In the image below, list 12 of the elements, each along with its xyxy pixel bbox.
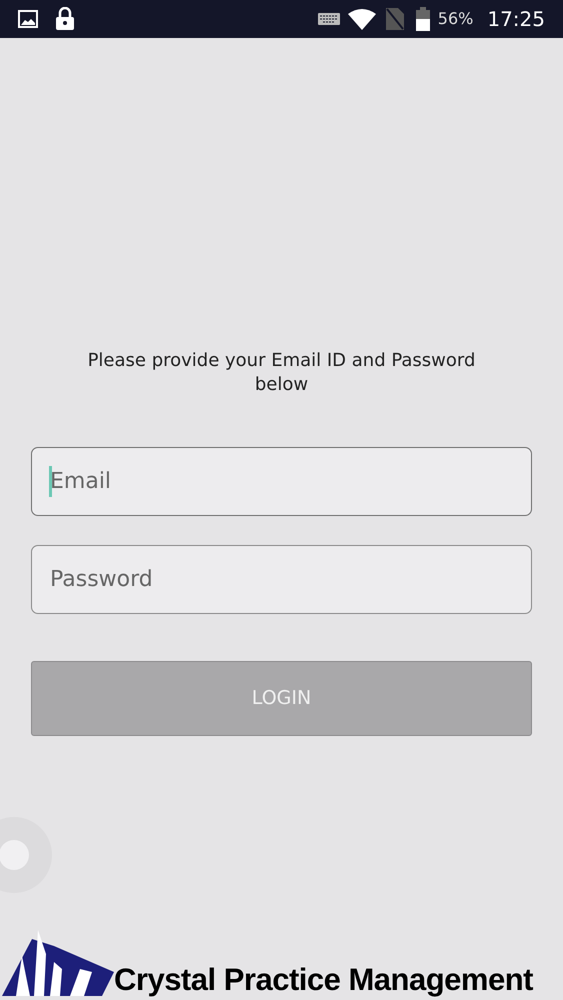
clock: 17:25 xyxy=(487,6,545,33)
wifi-icon xyxy=(348,8,376,30)
battery-icon xyxy=(416,7,430,31)
image-icon xyxy=(18,10,38,28)
password-field[interactable]: Password xyxy=(31,545,532,614)
email-field[interactable]: Email xyxy=(31,447,532,516)
keyboard-icon xyxy=(318,13,340,25)
no-sim-icon xyxy=(386,8,404,30)
battery-percentage: 56% xyxy=(438,8,474,30)
logo-text: Crystal Practice Management xyxy=(114,964,533,996)
instruction-text: Please provide your Email ID and Password below xyxy=(86,349,476,397)
lock-icon xyxy=(55,7,75,31)
